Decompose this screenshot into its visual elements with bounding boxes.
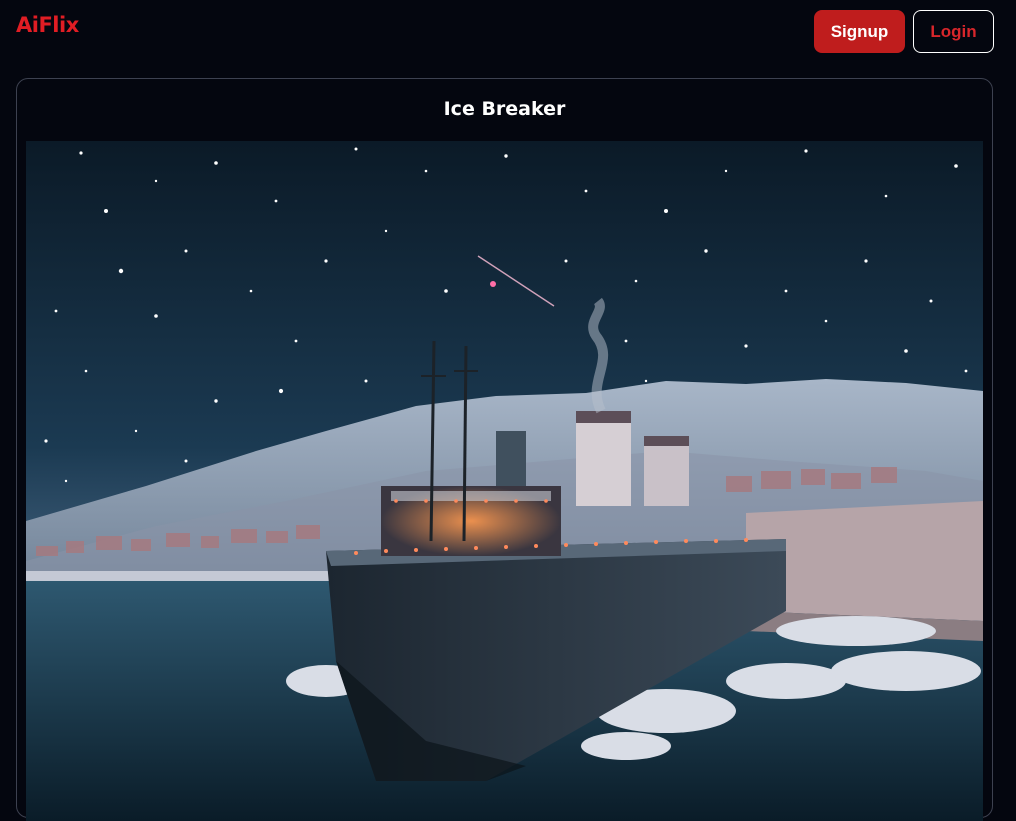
signup-button[interactable]: Signup: [814, 10, 905, 53]
top-navbar: AiFlix Signup Login: [0, 0, 1016, 70]
movie-title: Ice Breaker: [443, 98, 566, 120]
login-button[interactable]: Login: [913, 10, 994, 53]
poster-image: [26, 141, 983, 821]
movie-poster[interactable]: [26, 141, 983, 821]
site-logo[interactable]: AiFlix: [16, 13, 79, 37]
movie-card: Ice Breaker: [16, 78, 993, 821]
